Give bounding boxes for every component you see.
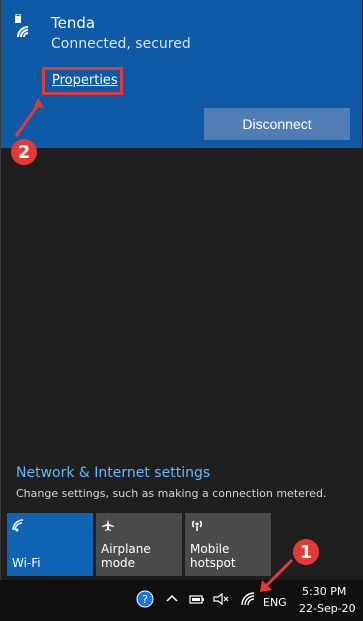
annotation-step-2-badge: 2 [11, 139, 37, 165]
wifi-secured-icon [15, 14, 29, 38]
network-status: Connected, secured [51, 36, 191, 52]
language-indicator[interactable]: ENG [263, 596, 287, 609]
muted-speaker-icon[interactable] [212, 590, 230, 608]
wifi-tile-label: Wi-Fi [12, 556, 41, 570]
airplane-mode-label: Airplane mode [101, 542, 151, 570]
airplane-mode-tile[interactable]: Airplane mode [96, 513, 182, 576]
wifi-toggle-tile[interactable]: Wi-Fi [7, 513, 93, 576]
settings-description: Change settings, such as making a connec… [16, 487, 327, 500]
annotation-step-1-badge: 1 [293, 539, 319, 565]
airplane-icon [102, 519, 114, 531]
network-name: Tenda [51, 14, 96, 32]
hotspot-icon [191, 520, 203, 531]
help-icon[interactable]: ? [136, 590, 154, 608]
chevron-up-icon[interactable] [163, 590, 181, 608]
network-internet-settings-link[interactable]: Network & Internet settings [16, 465, 210, 481]
disconnect-button[interactable]: Disconnect [204, 108, 350, 140]
clock-time[interactable]: 5:30 PM [302, 585, 346, 598]
battery-icon[interactable] [188, 590, 206, 608]
clock-date[interactable]: 22-Sep-20 [299, 602, 356, 615]
annotation-arrow-1 [260, 558, 294, 592]
properties-link[interactable]: Properties [52, 73, 118, 88]
annotation-arrow-2 [14, 98, 44, 137]
svg-text:?: ? [142, 593, 148, 606]
wifi-icon [12, 519, 24, 532]
mobile-hotspot-label: Mobile hotspot [190, 542, 236, 570]
